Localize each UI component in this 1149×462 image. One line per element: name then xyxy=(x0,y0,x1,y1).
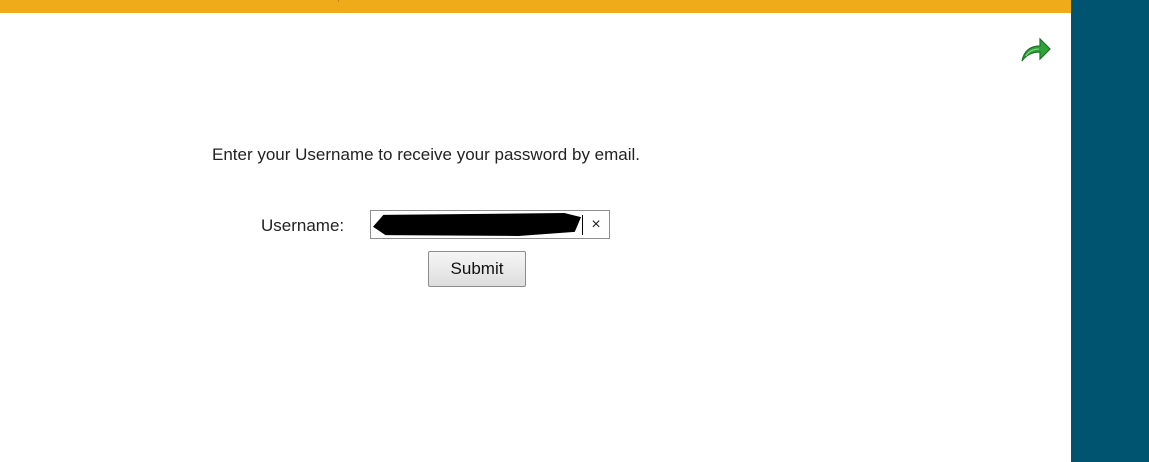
password-reset-instruction: Enter your Username to receive your pass… xyxy=(212,145,641,164)
clear-input-button[interactable]: × xyxy=(586,213,606,236)
forward-arrow-icon[interactable] xyxy=(1018,36,1052,64)
username-label: Username: xyxy=(261,216,345,235)
top-bar-edge-mark xyxy=(338,0,345,2)
top-accent-bar xyxy=(0,0,1071,13)
text-caret xyxy=(582,215,583,235)
right-sidebar-panel xyxy=(1071,0,1149,462)
submit-button[interactable]: Submit xyxy=(428,251,526,287)
redaction-mark xyxy=(373,213,581,236)
username-field[interactable]: × xyxy=(370,210,610,239)
